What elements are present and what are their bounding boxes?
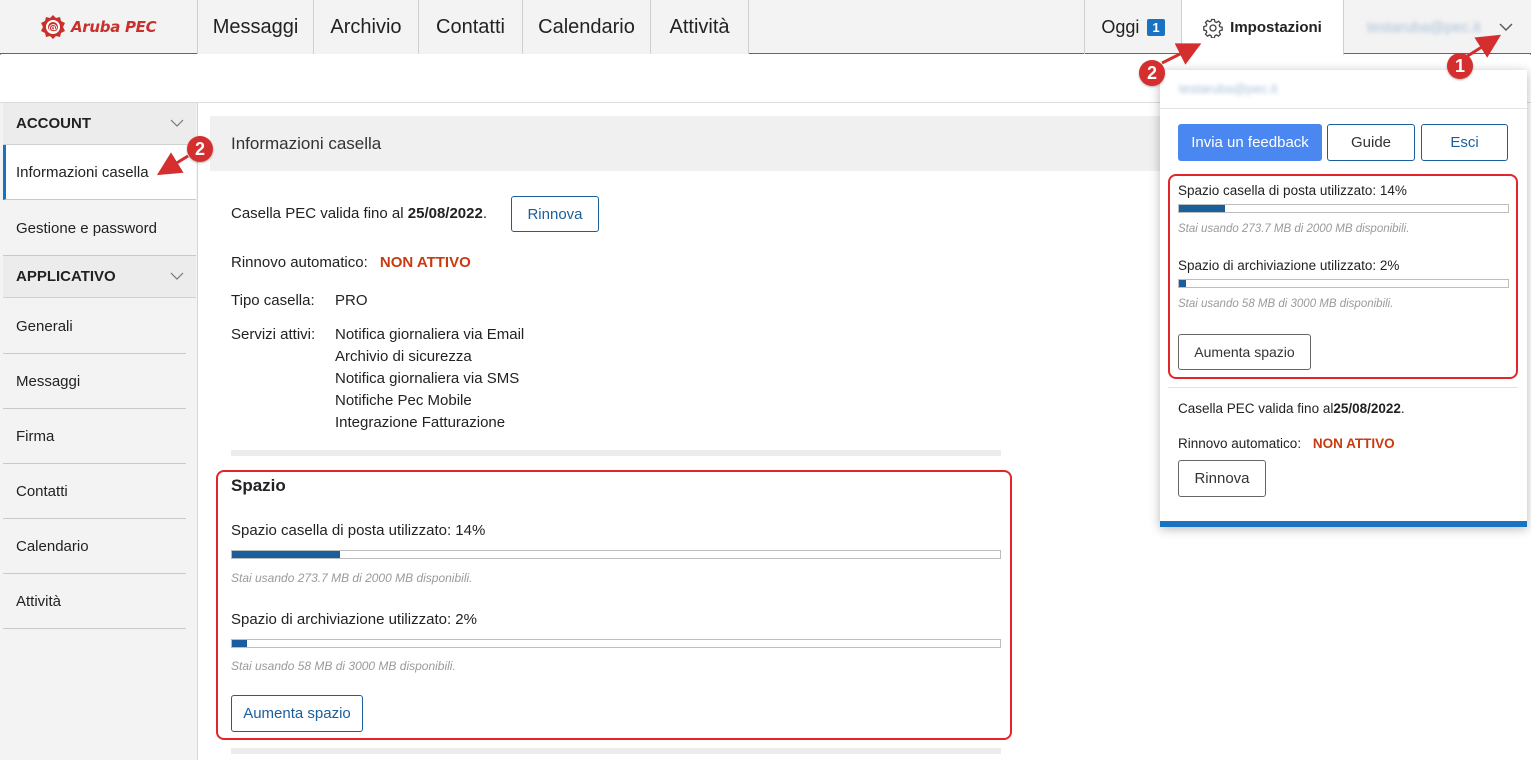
sidebar-item-contatti[interactable]: Contatti: [3, 464, 186, 519]
sidebar-item-calendario[interactable]: Calendario: [3, 519, 186, 574]
mailbox-usage-note: Stai usando 273.7 MB di 2000 MB disponib…: [231, 571, 473, 585]
top-bar: @ Aruba PEC Messaggi Archivio Contatti C…: [0, 0, 1531, 55]
dropdown-divider: [1160, 108, 1527, 109]
archive-usage-bar: [231, 639, 1001, 648]
dropdown-auto-renew-row: Rinnovo automatico: NON ATTIVO: [1178, 436, 1395, 451]
sidebar-item-gestione-password[interactable]: Gestione e password: [3, 201, 196, 256]
dropdown-validity-row: Casella PEC valida fino al25/08/2022.: [1178, 401, 1405, 416]
service-item: Notifica giornaliera via Email: [335, 326, 525, 343]
tab-contatti[interactable]: Contatti: [419, 0, 523, 54]
today-label: Oggi: [1101, 16, 1140, 37]
auto-renew-status: NON ATTIVO: [379, 254, 471, 271]
dropdown-auto-renew-label: Rinnovo automatico:: [1178, 436, 1302, 451]
archive-usage-fill: [232, 640, 248, 647]
gear-icon: [1203, 18, 1224, 38]
auto-renew-row: Rinnovo automatico: NON ATTIVO: [231, 254, 471, 271]
send-feedback-button[interactable]: Invia un feedback: [1178, 124, 1322, 161]
sidebar-item-attivita[interactable]: Attività: [3, 574, 186, 629]
dropdown-mailbox-usage-label: Spazio casella di posta utilizzato: 14%: [1178, 183, 1407, 198]
dropdown-archive-usage-note: Stai usando 58 MB di 3000 MB disponibili…: [1178, 298, 1394, 310]
sidebar-section-account[interactable]: ACCOUNT: [3, 103, 196, 145]
user-dropdown-panel: testaruba@pec.it Invia un feedback Guide…: [1160, 70, 1527, 527]
dropdown-renew-button[interactable]: Rinnova: [1178, 460, 1266, 497]
chevron-down-icon: [1499, 23, 1513, 31]
section-label: APPLICATIVO: [16, 268, 116, 285]
increase-space-button[interactable]: Aumenta spazio: [231, 695, 363, 732]
auto-renew-label: Rinnovo automatico:: [231, 254, 368, 271]
service-item: Archivio di sicurezza: [335, 348, 472, 365]
section-label: ACCOUNT: [16, 115, 91, 132]
today-count-badge: 1: [1147, 18, 1165, 36]
mailbox-usage-fill: [232, 551, 340, 558]
mailbox-usage-bar: [231, 550, 1001, 559]
dropdown-validity-suffix: .: [1400, 401, 1405, 416]
aruba-logo-icon: @: [41, 15, 65, 39]
renew-button[interactable]: Rinnova: [511, 196, 599, 232]
sidebar-section-applicativo[interactable]: APPLICATIVO: [3, 256, 196, 298]
settings-label: Impostazioni: [1230, 19, 1322, 36]
archive-usage-note: Stai usando 58 MB di 3000 MB disponibili…: [231, 659, 456, 673]
today-button[interactable]: Oggi 1: [1084, 0, 1181, 54]
annotation-callout: 2: [1139, 60, 1165, 86]
validity-prefix: Casella PEC valida fino al: [231, 205, 404, 222]
section-divider: [231, 450, 1001, 456]
validity-suffix: .: [482, 205, 488, 222]
mailbox-usage-label: Spazio casella di posta utilizzato: 14%: [231, 522, 486, 539]
dropdown-divider: [1168, 387, 1518, 388]
services-label: Servizi attivi:: [231, 326, 316, 343]
dropdown-auto-renew-status: NON ATTIVO: [1312, 436, 1395, 451]
tab-messaggi[interactable]: Messaggi: [198, 0, 314, 54]
tab-attivita[interactable]: Attività: [651, 0, 749, 54]
dropdown-mailbox-usage-bar: [1178, 204, 1509, 213]
svg-text:@: @: [49, 24, 58, 34]
dropdown-mailbox-usage-note: Stai usando 273.7 MB di 2000 MB disponib…: [1178, 223, 1410, 235]
dropdown-archive-usage-fill: [1179, 280, 1186, 287]
chevron-down-icon: [170, 272, 184, 280]
dropdown-validity-prefix: Casella PEC valida fino al: [1178, 401, 1334, 416]
tab-calendario[interactable]: Calendario: [523, 0, 651, 54]
service-item: Integrazione Fatturazione: [335, 414, 506, 431]
settings-tab[interactable]: Impostazioni: [1181, 0, 1344, 55]
sidebar-item-firma[interactable]: Firma: [3, 409, 186, 464]
type-label: Tipo casella:: [231, 292, 315, 309]
validity-row: Casella PEC valida fino al 25/08/2022.: [231, 205, 487, 222]
logout-button[interactable]: Esci: [1421, 124, 1508, 161]
sidebar-item-informazioni-casella[interactable]: Informazioni casella: [3, 145, 196, 200]
logo-text: Aruba PEC: [71, 18, 157, 36]
settings-sidebar: ACCOUNT Informazioni casella Gestione e …: [0, 103, 198, 760]
space-section-title: Spazio: [231, 476, 286, 495]
section-divider: [231, 748, 1001, 754]
dropdown-increase-space-button[interactable]: Aumenta spazio: [1178, 334, 1311, 370]
annotation-callout: 2: [187, 136, 213, 162]
dropdown-validity-date: 25/08/2022: [1333, 401, 1401, 416]
sidebar-item-messaggi[interactable]: Messaggi: [3, 354, 186, 409]
annotation-callout: 1: [1447, 53, 1473, 79]
service-item: Notifiche Pec Mobile: [335, 392, 472, 409]
guide-button[interactable]: Guide: [1327, 124, 1415, 161]
user-menu[interactable]: testaruba@pec.it: [1345, 0, 1530, 54]
archive-usage-label: Spazio di archiviazione utilizzato: 2%: [231, 611, 477, 628]
tab-archivio[interactable]: Archivio: [314, 0, 419, 54]
chevron-down-icon: [170, 119, 184, 127]
dropdown-mailbox-usage-fill: [1179, 205, 1226, 212]
type-value: PRO: [335, 292, 368, 309]
aruba-pec-logo[interactable]: @ Aruba PEC: [40, 12, 157, 42]
sidebar-item-generali[interactable]: Generali: [3, 299, 186, 354]
main-navigation: Messaggi Archivio Contatti Calendario At…: [197, 0, 749, 54]
service-item: Notifica giornaliera via SMS: [335, 370, 520, 387]
validity-date: 25/08/2022: [407, 205, 483, 222]
dropdown-archive-usage-bar: [1178, 279, 1509, 288]
dropdown-archive-usage-label: Spazio di archiviazione utilizzato: 2%: [1178, 258, 1400, 273]
dropdown-user-email: testaruba@pec.it: [1179, 81, 1278, 96]
user-email: testaruba@pec.it: [1367, 18, 1481, 36]
